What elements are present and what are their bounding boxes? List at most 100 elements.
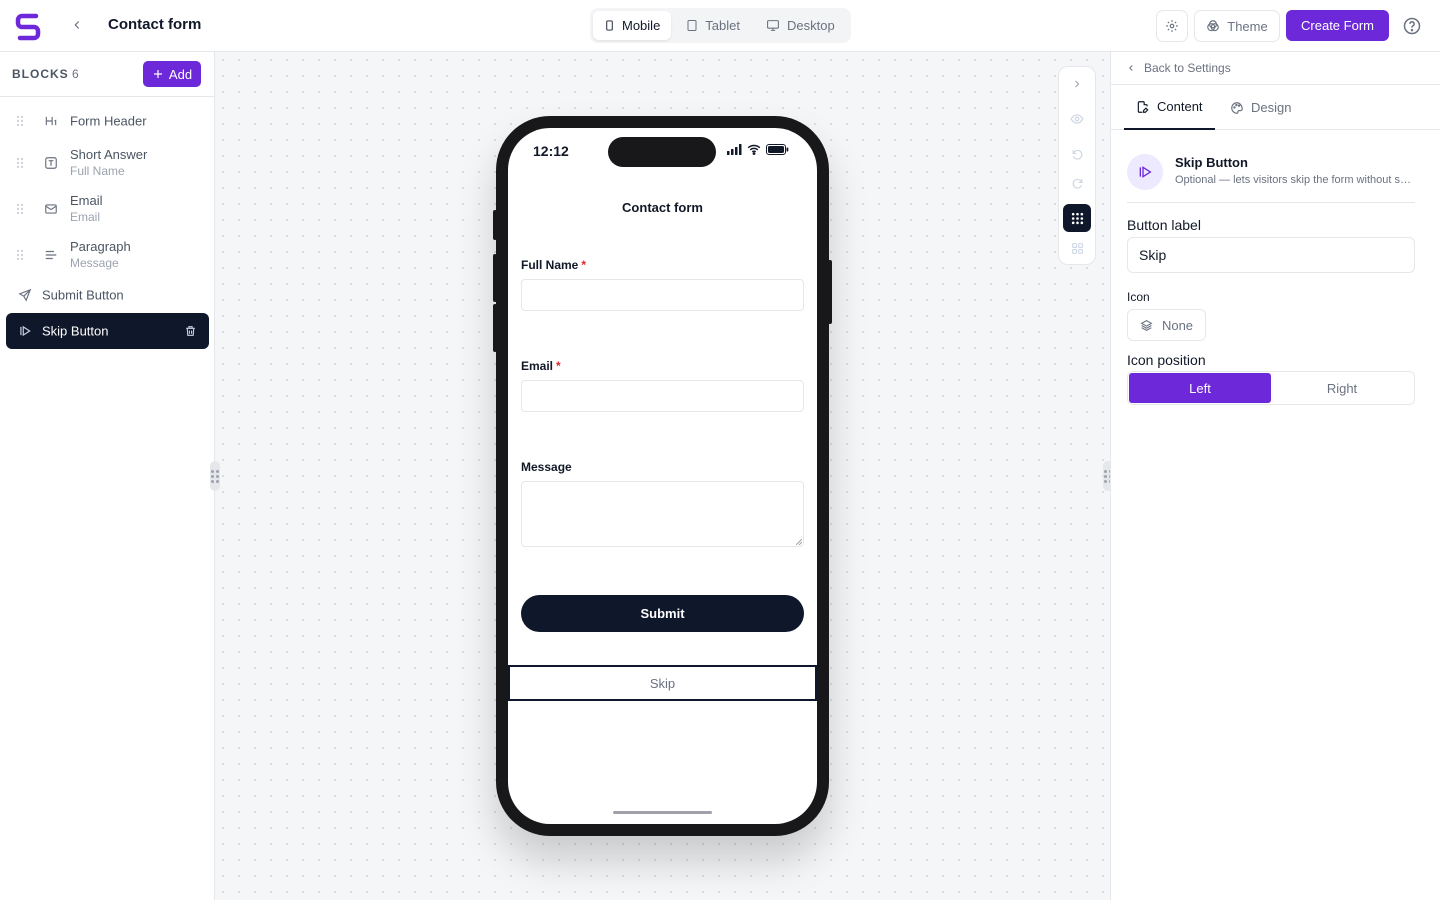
blocks-title: BLOCKS xyxy=(12,67,69,81)
text-field-icon xyxy=(44,156,58,170)
block-item-email[interactable]: Email Email xyxy=(6,190,209,228)
button-label-title: Button label xyxy=(1127,217,1201,233)
block-item-paragraph[interactable]: Paragraph Message xyxy=(6,236,209,274)
block-label: Email xyxy=(70,193,103,208)
phone-screen: 12:12 Contact form Full Name * Email * Mes… xyxy=(508,128,817,824)
field-label-text: Full Name xyxy=(521,258,579,272)
icon-position-toggle: Left Right xyxy=(1127,371,1415,405)
tab-content-label: Content xyxy=(1157,99,1203,114)
resize-corner-icon xyxy=(796,539,802,545)
blocks-count: 6 xyxy=(72,67,79,81)
drag-handle-icon[interactable] xyxy=(16,203,24,215)
selected-block-title: Skip Button xyxy=(1175,155,1248,170)
block-item-short-answer[interactable]: Short Answer Full Name xyxy=(6,144,209,182)
canvas-toolbar xyxy=(1058,66,1096,265)
device-desktop-label: Desktop xyxy=(787,18,835,33)
chevron-left-icon xyxy=(1129,65,1133,71)
theme-button[interactable]: Theme xyxy=(1194,10,1280,42)
page-title: Contact form xyxy=(108,16,202,33)
email-input[interactable] xyxy=(521,380,804,412)
device-tablet-label: Tablet xyxy=(705,18,740,33)
drag-handle-icon[interactable] xyxy=(16,115,24,127)
tablet-icon xyxy=(687,20,697,31)
home-indicator xyxy=(613,811,712,814)
smartphone-icon xyxy=(606,20,613,31)
phone-side-button xyxy=(493,210,497,240)
skip-icon xyxy=(18,324,32,338)
message-textarea[interactable] xyxy=(521,481,804,547)
settings-button[interactable] xyxy=(1156,10,1188,42)
panel-tabs: Content Design xyxy=(1111,85,1440,130)
button-label-input[interactable]: Skip xyxy=(1127,237,1415,273)
app-logo[interactable] xyxy=(12,10,44,42)
field-label-text: Email xyxy=(521,359,554,373)
gear-icon xyxy=(1166,20,1178,32)
plus-icon xyxy=(153,70,162,78)
selected-block-description: Optional — lets visitors skip the form w… xyxy=(1175,174,1415,186)
status-time: 12:12 xyxy=(533,143,569,159)
device-mobile-label: Mobile xyxy=(622,18,661,33)
create-form-button[interactable]: Create Form xyxy=(1286,10,1389,41)
field-label-full-name: Full Name * xyxy=(521,258,586,272)
full-name-input[interactable] xyxy=(521,279,804,311)
left-resize-handle[interactable] xyxy=(210,461,220,491)
required-marker: * xyxy=(556,359,561,373)
icon-position-right[interactable]: Right xyxy=(1271,373,1413,403)
skip-icon xyxy=(1127,154,1163,190)
paragraph-icon xyxy=(44,248,58,262)
drag-handle-icon[interactable] xyxy=(16,157,24,169)
block-label: Submit Button xyxy=(42,287,124,303)
phone-side-button xyxy=(493,254,497,302)
device-tablet-button[interactable]: Tablet xyxy=(675,11,751,40)
undo-icon[interactable] xyxy=(1064,141,1090,167)
block-label: Short Answer xyxy=(70,147,148,162)
block-sublabel: Email xyxy=(70,210,101,224)
add-block-label: Add xyxy=(168,66,193,82)
grip-icon xyxy=(211,469,219,483)
add-block-button[interactable]: Add xyxy=(143,61,201,87)
icon-position-left[interactable]: Left xyxy=(1129,373,1271,403)
icon-select[interactable]: None xyxy=(1127,309,1206,341)
phone-side-button xyxy=(493,304,497,352)
back-button[interactable] xyxy=(66,14,88,36)
drag-handle-icon[interactable] xyxy=(16,249,24,261)
block-item-form-header[interactable]: Form Header xyxy=(6,107,209,135)
blocks-header: BLOCKS 6 Add xyxy=(0,52,214,97)
block-label: Paragraph xyxy=(70,239,131,254)
back-to-settings-label: Back to Settings xyxy=(1144,61,1231,75)
selected-block-card: Skip Button Optional — lets visitors ski… xyxy=(1127,150,1415,203)
eye-icon[interactable] xyxy=(1064,106,1090,132)
layout-grid-icon[interactable] xyxy=(1064,235,1090,261)
block-item-skip-button[interactable]: Skip Button xyxy=(6,313,209,349)
tab-design[interactable]: Design xyxy=(1230,85,1291,130)
grid-dots-icon[interactable] xyxy=(1063,204,1091,232)
phone-side-button xyxy=(828,260,832,324)
redo-icon[interactable] xyxy=(1064,170,1090,196)
field-label-text: Message xyxy=(521,460,572,474)
device-desktop-button[interactable]: Desktop xyxy=(755,11,846,40)
file-edit-icon xyxy=(1137,100,1149,113)
tab-content[interactable]: Content xyxy=(1124,85,1215,130)
trash-icon[interactable] xyxy=(184,325,197,338)
device-switcher: Mobile Tablet Desktop xyxy=(590,8,851,43)
wifi-icon xyxy=(747,144,761,155)
layers-icon xyxy=(1140,319,1153,331)
block-item-submit-button[interactable]: Submit Button xyxy=(6,281,209,309)
submit-button[interactable]: Submit xyxy=(521,595,804,632)
phone-frame: 12:12 Contact form Full Name * Email * Mes… xyxy=(493,116,832,836)
dynamic-island xyxy=(608,137,716,167)
battery-icon xyxy=(766,144,789,155)
device-mobile-button[interactable]: Mobile xyxy=(593,11,672,40)
properties-panel: Back to Settings Content Design Skip But… xyxy=(1110,52,1440,900)
signal-icon xyxy=(727,144,742,155)
expand-chevron-icon[interactable] xyxy=(1064,71,1090,97)
icon-title: Icon xyxy=(1127,290,1150,304)
status-icons xyxy=(727,144,789,155)
back-to-settings-link[interactable]: Back to Settings xyxy=(1111,52,1440,85)
blocks-sidebar: BLOCKS 6 Add Form Header Short Answer Fu… xyxy=(0,52,215,900)
help-button[interactable] xyxy=(1402,16,1422,36)
skip-button-preview[interactable]: Skip xyxy=(508,665,817,701)
monitor-icon xyxy=(767,20,779,31)
form-title: Contact form xyxy=(622,200,703,215)
swatch-icon xyxy=(1207,20,1220,32)
